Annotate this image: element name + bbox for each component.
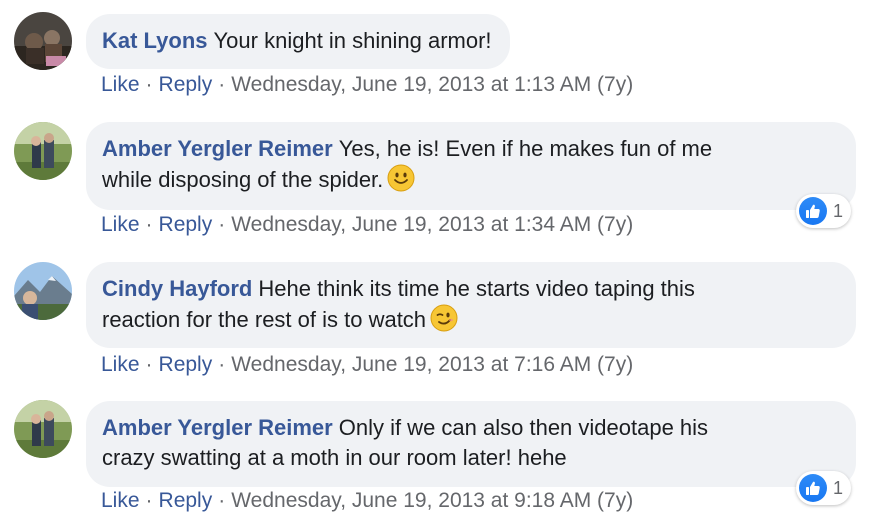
comment-bubble: Kat Lyons Your knight in shining armor!: [86, 14, 510, 69]
comment-bubble: Amber Yergler Reimer Yes, he is! Even if …: [86, 122, 856, 210]
avatar[interactable]: [14, 12, 72, 70]
comment-actions: Like · Reply · Wednesday, June 19, 2013 at 9…: [101, 489, 633, 513]
profile-photo-icon: [14, 122, 72, 180]
like-link[interactable]: Like: [101, 213, 140, 236]
timestamp-link[interactable]: Wednesday, June 19, 2013 at 1:13 AM (7y): [231, 73, 633, 96]
like-thumb-icon: [799, 474, 827, 502]
reply-link[interactable]: Reply: [159, 73, 213, 96]
avatar[interactable]: [14, 122, 72, 180]
comment-text: while disposing of the spider.: [102, 167, 384, 192]
comment-actions: Like · Reply · Wednesday, June 19, 2013 at 7…: [101, 353, 633, 377]
separator-dot: ·: [218, 213, 226, 236]
reaction-summary[interactable]: 1: [796, 194, 852, 228]
separator-dot: ·: [218, 353, 226, 376]
separator-dot: ·: [218, 489, 226, 512]
separator-dot: ·: [218, 73, 226, 96]
reaction-count: 1: [833, 200, 844, 221]
separator-dot: ·: [145, 353, 153, 376]
comment-text: Yes, he is! Even if he makes fun of me: [338, 136, 713, 161]
avatar[interactable]: [14, 262, 72, 320]
author-name-link[interactable]: Amber Yergler Reimer: [102, 415, 333, 440]
author-name-link[interactable]: Kat Lyons: [102, 28, 208, 53]
author-name-link[interactable]: Cindy Hayford: [102, 276, 252, 301]
timestamp-link[interactable]: Wednesday, June 19, 2013 at 1:34 AM (7y): [231, 213, 633, 236]
like-link[interactable]: Like: [101, 73, 140, 96]
like-link[interactable]: Like: [101, 353, 140, 376]
reaction-count: 1: [833, 477, 844, 498]
smiling-face-emoji-icon: [387, 164, 415, 200]
separator-dot: ·: [145, 213, 153, 236]
winking-face-emoji-icon: [430, 304, 458, 340]
profile-photo-icon: [14, 262, 72, 320]
reply-link[interactable]: Reply: [159, 353, 213, 376]
like-link[interactable]: Like: [101, 489, 140, 512]
comment-bubble: Amber Yergler Reimer Only if we can also …: [86, 401, 856, 487]
comment-text: reaction for the rest of is to watch: [102, 307, 427, 332]
separator-dot: ·: [145, 73, 153, 96]
reply-link[interactable]: Reply: [159, 489, 213, 512]
comment-actions: Like · Reply · Wednesday, June 19, 2013 at 1…: [101, 213, 633, 237]
separator-dot: ·: [145, 489, 153, 512]
reaction-summary[interactable]: 1: [796, 471, 852, 505]
timestamp-link[interactable]: Wednesday, June 19, 2013 at 9:18 AM (7y): [231, 489, 633, 512]
profile-photo-icon: [14, 400, 72, 458]
comment-bubble: Cindy Hayford Hehe think its time he star…: [86, 262, 856, 348]
author-name-link[interactable]: Amber Yergler Reimer: [102, 136, 333, 161]
profile-photo-icon: [14, 12, 72, 70]
comment-text: Your knight in shining armor!: [213, 28, 492, 53]
comment-text: Hehe think its time he starts video tapi…: [258, 276, 695, 301]
reply-link[interactable]: Reply: [159, 213, 213, 236]
comment-actions: Like · Reply · Wednesday, June 19, 2013 at 1…: [101, 73, 633, 97]
comment-text: crazy swatting at a moth in our room lat…: [102, 445, 567, 470]
avatar[interactable]: [14, 400, 72, 458]
comment-text: Only if we can also then videotape his: [338, 415, 709, 440]
like-thumb-icon: [799, 197, 827, 225]
timestamp-link[interactable]: Wednesday, June 19, 2013 at 7:16 AM (7y): [231, 353, 633, 376]
